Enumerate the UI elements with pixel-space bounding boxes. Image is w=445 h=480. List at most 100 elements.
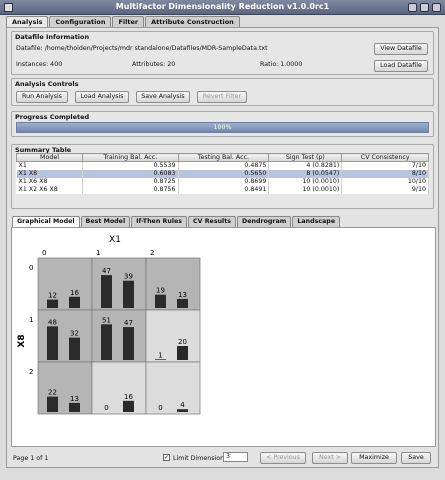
analysis-controls-group: Analysis Controls Run Analysis Load Anal…	[11, 78, 434, 106]
cell-cv: 9/10	[341, 186, 429, 194]
cell-sign-test: 10 (0.0010)	[268, 178, 343, 186]
count-bar	[101, 275, 112, 308]
count-bar	[123, 327, 134, 360]
cell-testing: 0.5650	[178, 170, 270, 178]
count-bar	[177, 346, 188, 360]
count-label: 4	[180, 401, 185, 409]
cell-testing: 0.8699	[178, 178, 270, 186]
count-label: 16	[124, 393, 133, 401]
tab-filter[interactable]: Filter	[112, 16, 145, 27]
tab-best-model[interactable]: Best Model	[80, 216, 131, 227]
main-tabs: Analysis Configuration Filter Attribute …	[6, 16, 240, 27]
run-analysis-button[interactable]: Run Analysis	[16, 91, 68, 103]
count-bar	[123, 280, 134, 308]
count-label: 12	[48, 292, 57, 300]
count-bar	[155, 294, 166, 308]
cell-sign-test: 8 (0.0547)	[268, 170, 343, 178]
count-bar	[177, 298, 188, 308]
maximize-button[interactable]: Maximize	[351, 452, 397, 464]
minimize-icon[interactable]	[408, 3, 417, 12]
load-datafile-button[interactable]: Load Datafile	[374, 60, 428, 72]
revert-filter-button[interactable]: Revert Filter	[197, 91, 247, 103]
cell-cv: 8/10	[341, 170, 429, 178]
model-cell	[145, 257, 201, 311]
count-label: 48	[48, 318, 57, 326]
result-tabs: Graphical Model Best Model If-Then Rules…	[12, 216, 341, 227]
table-row[interactable]: X1 X8 0.6083 0.5650 8 (0.0547) 8/10	[16, 170, 429, 178]
model-footer: Page 1 of 1 ✓ Limit Dimension 3 < Previo…	[7, 450, 438, 467]
model-cell	[37, 257, 93, 311]
view-datafile-button[interactable]: View Datafile	[374, 43, 428, 55]
model-cell	[91, 309, 147, 363]
tab-attribute-construction[interactable]: Attribute Construction	[145, 16, 240, 27]
progress-title: Progress Completed	[15, 113, 90, 121]
graphical-model-canvas: X1 X8 0 1 2 0 1 2 12 16 47 39 19 13 48 32 51 47 1 20 22 13 0…	[11, 227, 436, 447]
datafile-group-title: Datafile Information	[15, 33, 90, 41]
y-level-label: 0	[29, 264, 33, 272]
count-bar	[123, 400, 134, 412]
cell-testing: 0.4875	[178, 161, 270, 170]
column-header-cv[interactable]: CV Consistency	[341, 153, 429, 162]
limit-dimension-spinner[interactable]: 3	[223, 452, 248, 462]
limit-dimension-value: 3	[226, 453, 231, 460]
cell-training: 0.5539	[82, 161, 179, 170]
cell-cv: 7/10	[341, 161, 429, 170]
page-indicator: Page 1 of 1	[13, 455, 49, 462]
model-cell	[91, 361, 147, 415]
close-icon[interactable]	[432, 3, 441, 12]
tab-if-then-rules[interactable]: If-Then Rules	[131, 216, 188, 227]
count-label: 13	[178, 291, 187, 299]
count-bar	[69, 402, 80, 412]
ratio-value: Ratio: 1.0000	[260, 61, 303, 68]
column-header-sign-test[interactable]: Sign Test (p)	[268, 153, 343, 162]
x-attribute-label: X1	[109, 235, 121, 245]
count-label: 13	[70, 395, 79, 403]
tab-graphical-model[interactable]: Graphical Model	[12, 216, 80, 227]
count-label: 1	[158, 351, 162, 359]
table-row[interactable]: X1 X6 X8 0.8725 0.8699 10 (0.0010) 10/10	[16, 178, 429, 186]
previous-button[interactable]: < Previous	[260, 452, 306, 464]
cell-model: X1 X6 X8	[16, 178, 83, 186]
column-header-training[interactable]: Training Bal. Acc.	[82, 153, 179, 162]
x-level-label: 1	[96, 249, 100, 257]
tab-analysis[interactable]: Analysis	[6, 16, 49, 27]
maximize-icon[interactable]	[420, 3, 429, 12]
load-analysis-button[interactable]: Load Analysis	[75, 91, 129, 103]
datafile-group: Datafile Information Datafile: /home/tho…	[11, 31, 434, 75]
count-bar	[47, 326, 58, 360]
attributes-count: Attributes: 20	[132, 61, 176, 68]
save-analysis-button[interactable]: Save Analysis	[136, 91, 190, 103]
instances-count: Instances: 400	[16, 61, 63, 68]
column-header-model[interactable]: Model	[16, 153, 83, 162]
count-label: 22	[48, 389, 57, 397]
count-label: 20	[178, 338, 187, 346]
progress-group: Progress Completed 100%	[11, 111, 434, 137]
window-titlebar: Multifactor Dimensionality Reduction v1.…	[0, 0, 445, 15]
count-label: 47	[102, 267, 111, 275]
save-model-button[interactable]: Save	[401, 452, 431, 464]
cell-sign-test: 10 (0.0010)	[268, 186, 343, 194]
count-label: 19	[156, 287, 165, 295]
table-row[interactable]: X1 0.5539 0.4875 4 (0.8281) 7/10	[16, 161, 429, 170]
x-level-label: 2	[150, 249, 154, 257]
count-bar	[69, 337, 80, 360]
count-bar	[47, 396, 58, 412]
y-level-label: 2	[29, 368, 33, 376]
table-row[interactable]: X1 X2 X6 X8 0.8756 0.8491 10 (0.0010) 9/…	[16, 186, 429, 194]
count-label: 39	[124, 273, 133, 281]
model-cell	[37, 309, 93, 363]
graphical-model-plot: X1 X8 0 1 201212 1647391913483251 4712022130…	[17, 235, 201, 415]
column-header-testing[interactable]: Testing Bal. Acc.	[177, 153, 270, 162]
tab-dendrogram[interactable]: Dendrogram	[236, 216, 292, 227]
limit-dimension-checkbox[interactable]: ✓	[163, 454, 170, 461]
cell-training: 0.8756	[82, 186, 179, 194]
cell-model: X1	[16, 161, 83, 170]
window-title: Multifactor Dimensionality Reduction v1.…	[115, 2, 330, 11]
tab-landscape[interactable]: Landscape	[292, 216, 341, 227]
progress-bar: 100%	[16, 122, 429, 133]
limit-dimension-label: Limit Dimension	[173, 455, 225, 462]
next-button[interactable]: Next >	[312, 452, 348, 464]
cell-training: 0.6083	[82, 170, 179, 178]
tab-cv-results[interactable]: CV Results	[188, 216, 236, 227]
tab-configuration[interactable]: Configuration	[49, 16, 112, 27]
